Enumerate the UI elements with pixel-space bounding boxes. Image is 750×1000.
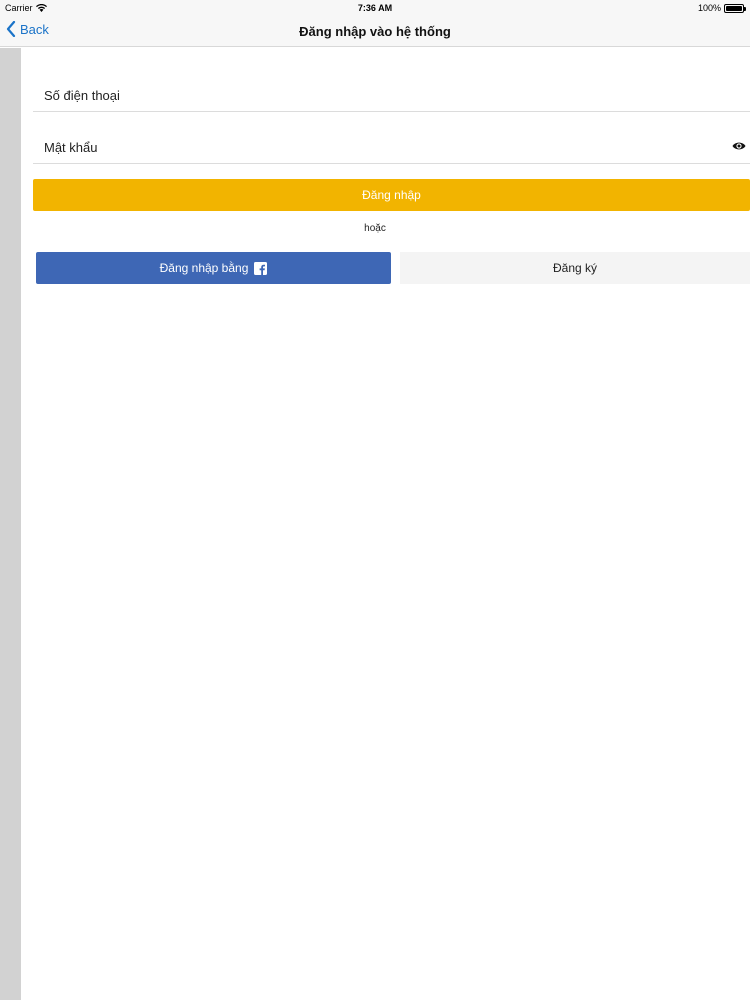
phone-field-row [33, 62, 750, 112]
login-button-label: Đăng nhập [362, 188, 421, 202]
status-time: 7:36 AM [357, 3, 393, 13]
battery-percent: 100% [697, 3, 721, 13]
phone-input[interactable] [44, 62, 724, 111]
login-button[interactable]: Đăng nhập [33, 179, 750, 211]
left-side-strip [0, 48, 21, 1000]
eye-icon[interactable] [732, 141, 746, 151]
or-separator: hoặc [364, 223, 386, 234]
page-title: Đăng nhập vào hệ thống [299, 24, 451, 39]
register-button[interactable]: Đăng ký [400, 252, 750, 284]
battery-icon [724, 3, 746, 13]
navigation-bar: Back Đăng nhập vào hệ thống [0, 16, 750, 47]
status-bar: Carrier 7:36 AM 100% [0, 0, 750, 16]
facebook-login-label: Đăng nhập bằng [159, 261, 249, 275]
password-input[interactable] [44, 114, 724, 163]
facebook-icon [254, 261, 268, 275]
password-field-row [33, 114, 750, 164]
facebook-login-button[interactable]: Đăng nhập bằng [36, 252, 391, 284]
register-button-label: Đăng ký [552, 261, 598, 275]
battery-group: 100% [697, 3, 746, 13]
